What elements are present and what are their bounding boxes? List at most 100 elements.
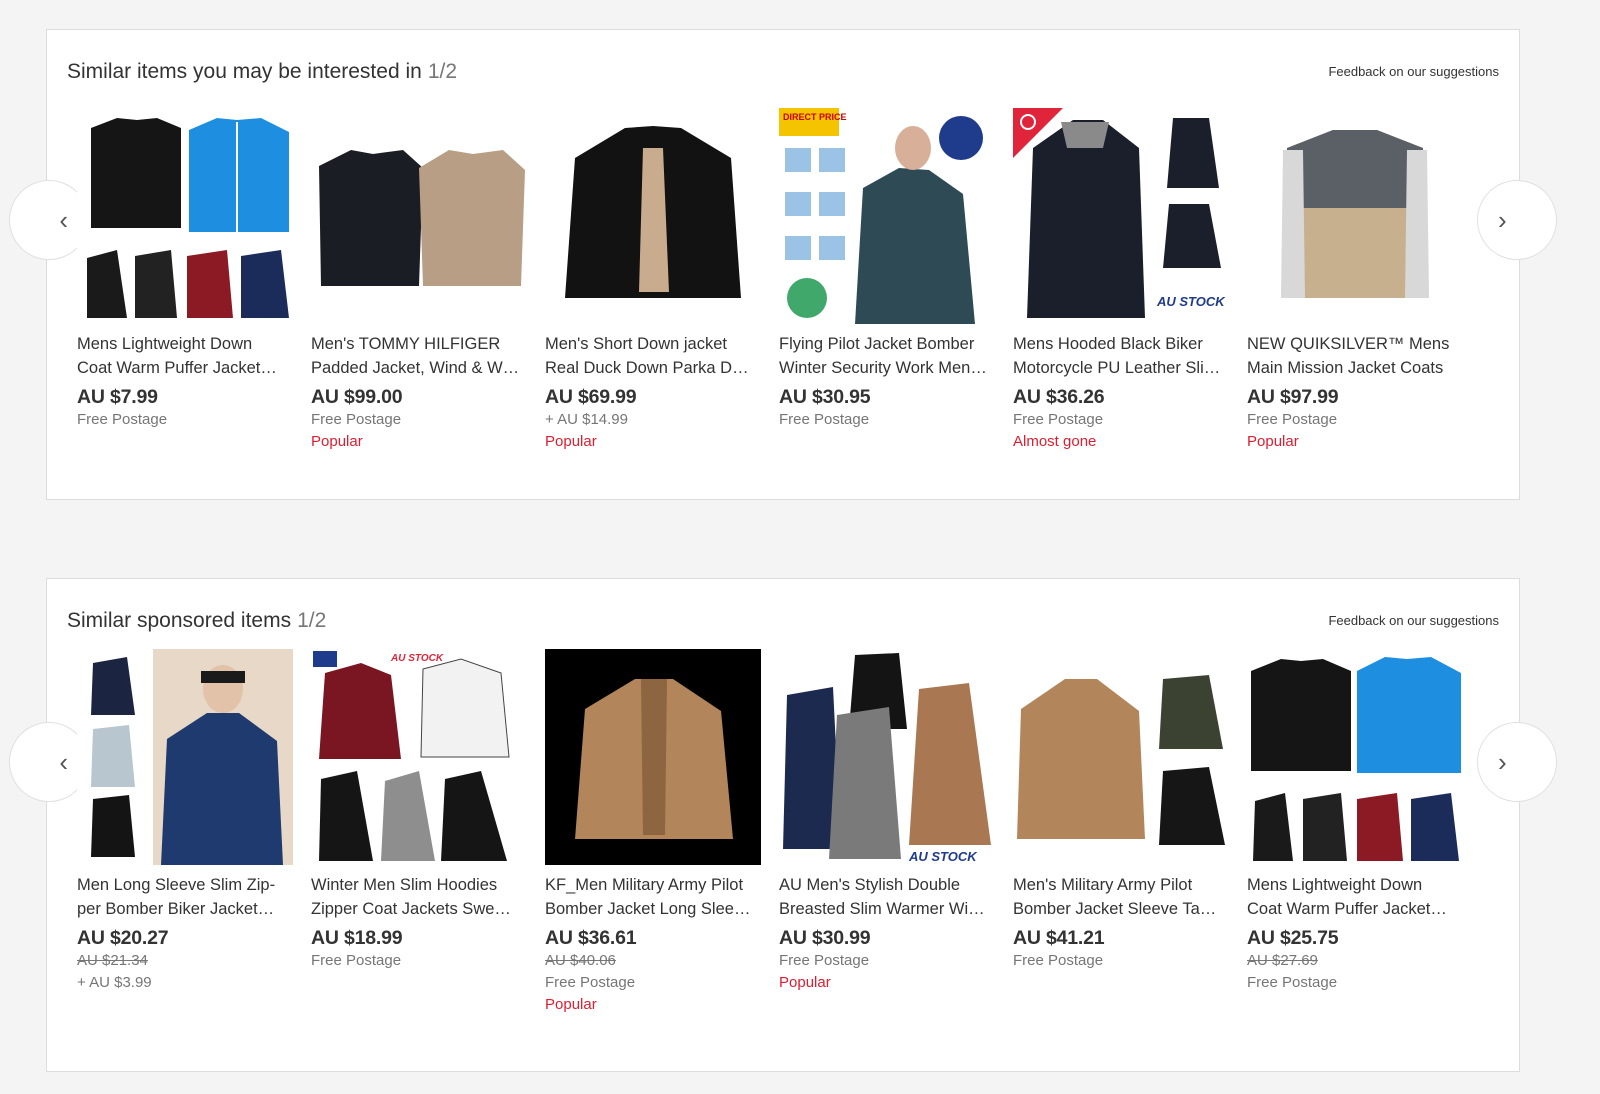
product-title[interactable]: KF_Men Military Army Pilot Bomber Jacket… <box>545 873 761 921</box>
title-line-2: Coat Warm Puffer Jacket… <box>77 359 277 377</box>
title-line-1: Men's TOMMY HILFIGER <box>311 335 501 353</box>
postage: Free Postage <box>779 952 870 969</box>
product-card[interactable]: AU STOCK Winter Men Slim Hoodies Zipper … <box>311 649 531 972</box>
postage: Free Postage <box>1013 411 1104 428</box>
product-title[interactable]: Men's TOMMY HILFIGER Padded Jacket, Wind… <box>311 332 527 380</box>
product-image[interactable] <box>1013 649 1229 865</box>
product-price: AU $36.26 <box>1013 386 1105 408</box>
postage: Free Postage <box>779 411 870 428</box>
product-price: AU $99.00 <box>311 386 403 408</box>
almost-gone-badge: Almost gone <box>1013 433 1097 450</box>
panel-heading: Similar sponsored items 1/2 <box>67 609 326 633</box>
chevron-left-icon: ‹ <box>59 204 68 235</box>
panel-title: Similar sponsored items <box>67 609 292 632</box>
product-image[interactable] <box>77 108 293 324</box>
product-card[interactable]: AU STOCK Mens Hooded Black Biker Motorcy… <box>1013 108 1233 453</box>
similar-items-panel: Similar items you may be interested in 1/… <box>9 29 1557 500</box>
product-price: AU $20.27 <box>77 927 169 949</box>
product-title[interactable]: Mens Lightweight Down Coat Warm Puffer J… <box>77 332 293 380</box>
title-line-2: Winter Security Work Men… <box>779 359 987 377</box>
product-image[interactable] <box>77 649 293 865</box>
product-card[interactable]: Men's TOMMY HILFIGER Padded Jacket, Wind… <box>311 108 531 453</box>
product-price: AU $36.61 <box>545 927 637 949</box>
svg-text:AU STOCK: AU STOCK <box>908 849 978 864</box>
postage: Free Postage <box>311 411 402 428</box>
product-title[interactable]: Men Long Sleeve Slim Zip- per Bomber Bik… <box>77 873 293 921</box>
product-title[interactable]: Mens Lightweight Down Coat Warm Puffer J… <box>1247 873 1463 921</box>
title-line-1: Mens Lightweight Down <box>1247 876 1423 894</box>
product-title[interactable]: Flying Pilot Jacket Bomber Winter Securi… <box>779 332 995 380</box>
product-price: AU $18.99 <box>311 927 403 949</box>
popular-badge: Popular <box>1247 433 1299 450</box>
chevron-right-icon: › <box>1498 204 1507 235</box>
title-line-1: Flying Pilot Jacket Bomber <box>779 335 975 353</box>
sponsored-items-panel: Similar sponsored items 1/2 Feedback on o… <box>9 578 1557 1072</box>
product-image[interactable]: AU STOCK <box>779 649 995 865</box>
product-card[interactable]: Men's Military Army Pilot Bomber Jacket … <box>1013 649 1233 972</box>
svg-text:AU STOCK: AU STOCK <box>390 653 444 664</box>
postage: Free Postage <box>77 411 168 428</box>
product-card[interactable]: Men's Short Down jacket Real Duck Down P… <box>545 108 765 453</box>
postage: Free Postage <box>1013 952 1104 969</box>
title-line-2: Zipper Coat Jackets Swe… <box>311 900 511 918</box>
panel-title: Similar items you may be interested in <box>67 60 422 83</box>
title-line-2: per Bomber Biker Jacket… <box>77 900 275 918</box>
product-title[interactable]: NEW QUIKSILVER™ Mens Main Mission Jacket… <box>1247 332 1463 380</box>
product-price: AU $30.99 <box>779 927 871 949</box>
product-card[interactable]: NEW QUIKSILVER™ Mens Main Mission Jacket… <box>1247 108 1467 453</box>
product-card[interactable]: Mens Lightweight Down Coat Warm Puffer J… <box>77 108 297 431</box>
title-line-2: Motorcycle PU Leather Sli… <box>1013 359 1221 377</box>
product-image[interactable] <box>311 108 527 324</box>
title-line-2: Main Mission Jacket Coats <box>1247 359 1444 377</box>
product-price: AU $25.75 <box>1247 927 1339 949</box>
product-image[interactable]: AU STOCK <box>1013 108 1229 324</box>
popular-badge: Popular <box>311 433 363 450</box>
feedback-link[interactable]: Feedback on our suggestions <box>1328 64 1499 79</box>
svg-text:AU STOCK: AU STOCK <box>1156 294 1226 309</box>
product-title[interactable]: Mens Hooded Black Biker Motorcycle PU Le… <box>1013 332 1229 380</box>
postage: Free Postage <box>545 974 636 991</box>
feedback-link[interactable]: Feedback on our suggestions <box>1328 613 1499 628</box>
product-card[interactable]: Mens Lightweight Down Coat Warm Puffer J… <box>1247 649 1467 994</box>
product-image[interactable] <box>545 108 761 324</box>
chevron-left-icon: ‹ <box>59 746 68 777</box>
svg-text:DIRECT PRICE: DIRECT PRICE <box>783 112 847 122</box>
product-card[interactable]: KF_Men Military Army Pilot Bomber Jacket… <box>545 649 765 1016</box>
title-line-1: NEW QUIKSILVER™ Mens <box>1247 335 1450 353</box>
product-price: AU $69.99 <box>545 386 637 408</box>
title-line-1: Men's Short Down jacket <box>545 335 727 353</box>
item-carousel: Mens Lightweight Down Coat Warm Puffer J… <box>77 108 1497 488</box>
product-card[interactable]: DIRECT PRICE Flying Pilot Jacket Bomber … <box>779 108 999 431</box>
title-line-2: Breasted Slim Warmer Wi… <box>779 900 985 918</box>
original-price: AU $21.34 <box>77 952 148 969</box>
product-title[interactable]: Men's Military Army Pilot Bomber Jacket … <box>1013 873 1229 921</box>
product-image[interactable]: AU STOCK <box>311 649 527 865</box>
product-title[interactable]: AU Men's Stylish Double Breasted Slim Wa… <box>779 873 995 921</box>
postage: Free Postage <box>1247 411 1338 428</box>
original-price: AU $27.69 <box>1247 952 1318 969</box>
page-count: 1/2 <box>297 609 327 632</box>
title-line-2: Real Duck Down Parka D… <box>545 359 749 377</box>
product-title[interactable]: Winter Men Slim Hoodies Zipper Coat Jack… <box>311 873 527 921</box>
product-image[interactable] <box>545 649 761 865</box>
popular-badge: Popular <box>779 974 831 991</box>
product-image[interactable] <box>1247 649 1463 865</box>
panel-heading: Similar items you may be interested in 1/… <box>67 60 457 84</box>
title-line-1: Men's Military Army Pilot <box>1013 876 1193 894</box>
title-line-1: Winter Men Slim Hoodies <box>311 876 498 894</box>
product-title[interactable]: Men's Short Down jacket Real Duck Down P… <box>545 332 761 380</box>
postage: Free Postage <box>1247 974 1338 991</box>
title-line-2: Coat Warm Puffer Jacket… <box>1247 900 1447 918</box>
product-card[interactable]: AU STOCK AU Men's Stylish Double Breaste… <box>779 649 999 994</box>
title-line-1: Men Long Sleeve Slim Zip- <box>77 876 276 894</box>
product-image[interactable] <box>1247 108 1463 324</box>
postage: + AU $14.99 <box>545 411 628 428</box>
postage: Free Postage <box>311 952 402 969</box>
title-line-2: Bomber Jacket Long Slee… <box>545 900 751 918</box>
title-line-2: Padded Jacket, Wind & W… <box>311 359 520 377</box>
original-price: AU $40.06 <box>545 952 616 969</box>
product-card[interactable]: Men Long Sleeve Slim Zip- per Bomber Bik… <box>77 649 297 994</box>
product-image[interactable]: DIRECT PRICE <box>779 108 995 324</box>
popular-badge: Popular <box>545 433 597 450</box>
popular-badge: Popular <box>545 996 597 1013</box>
